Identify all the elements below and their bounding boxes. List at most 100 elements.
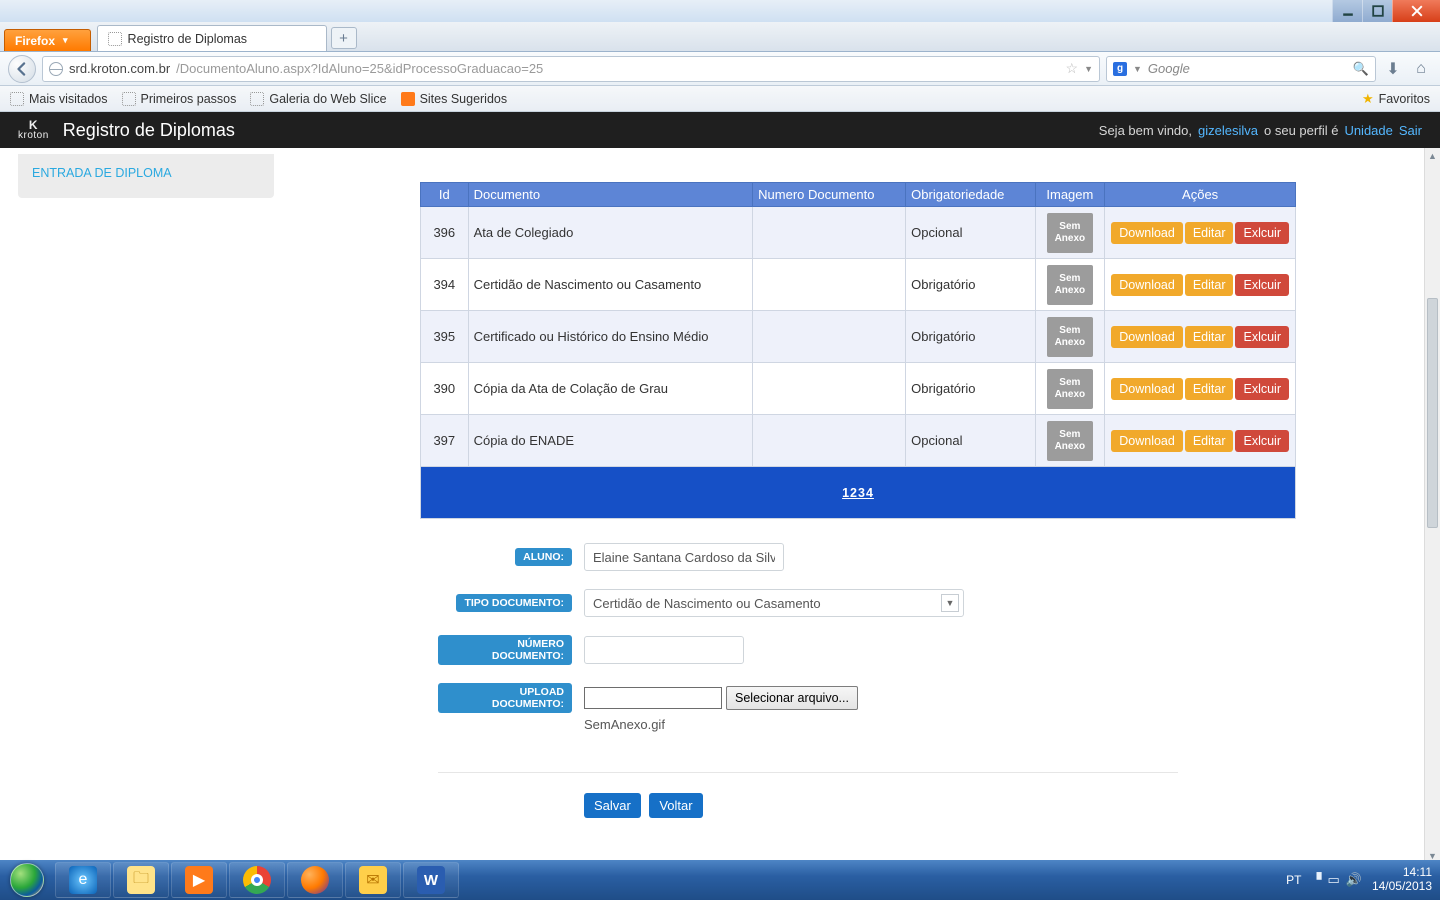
edit-button[interactable]: Editar [1185,430,1234,452]
delete-button[interactable]: Exlcuir [1235,222,1289,244]
page-content: ENTRADA DE DIPLOMA Id Documento Numero D… [0,148,1424,864]
bookmark-icon [401,92,415,106]
edit-button[interactable]: Editar [1185,222,1234,244]
play-icon: ▶ [185,866,213,894]
user-link[interactable]: gizelesilva [1198,123,1258,138]
windows-taskbar: e 🗀 ▶ ✉ W PT ▝ ▭ 🔊 14:11 14/05/2013 [0,860,1440,900]
taskbar-firefox[interactable] [287,862,343,898]
bookmark-web-slice[interactable]: Galeria do Web Slice [250,92,386,106]
th-acoes: Ações [1105,183,1296,207]
scroll-up-arrow-icon[interactable]: ▲ [1425,148,1440,164]
no-attachment-badge: SemAnexo [1047,265,1093,305]
bookmark-label: Favoritos [1379,92,1430,106]
system-tray: PT ▝ ▭ 🔊 14:11 14/05/2013 [1286,866,1432,894]
delete-button[interactable]: Exlcuir [1235,326,1289,348]
tray-action-center-icon[interactable]: ▭ [1327,872,1339,888]
save-button[interactable]: Salvar [584,793,641,818]
tab-favicon-placeholder [108,32,122,46]
url-history-chevron-icon[interactable]: ▼ [1084,64,1093,74]
bookmarks-bar: Mais visitados Primeiros passos Galeria … [0,86,1440,112]
scrollbar-thumb[interactable] [1427,298,1438,528]
edit-button[interactable]: Editar [1185,378,1234,400]
cell-obrigatoriedade: Obrigatório [906,311,1035,363]
home-icon[interactable]: ⌂ [1410,60,1432,78]
download-button[interactable]: Download [1111,430,1183,452]
cell-obrigatoriedade: Opcional [906,207,1035,259]
cell-imagem: SemAnexo [1035,363,1105,415]
window-maximize-button[interactable] [1362,0,1392,22]
firefox-menu-button[interactable]: Firefox [4,29,91,51]
tray-language[interactable]: PT [1286,873,1301,887]
tipo-documento-select[interactable]: Certidão de Nascimento ou Casamento ▼ [584,589,964,617]
file-path-box [584,687,722,709]
folder-icon: 🗀 [127,866,155,894]
cell-numero [753,363,906,415]
ie-icon: e [69,866,97,894]
search-icon[interactable]: 🔍 [1353,61,1369,77]
profile-text: o seu perfil é [1264,123,1338,138]
bookmark-suggested-sites[interactable]: Sites Sugeridos [401,92,508,106]
edit-button[interactable]: Editar [1185,326,1234,348]
browser-navbar: srd.kroton.com.br/DocumentoAluno.aspx?Id… [0,52,1440,86]
url-bar[interactable]: srd.kroton.com.br/DocumentoAluno.aspx?Id… [42,56,1100,82]
tray-time: 14:11 [1372,866,1432,880]
bookmark-star-icon[interactable]: ☆ [1066,60,1079,77]
windows-orb-icon [10,863,44,897]
url-host: srd.kroton.com.br [69,61,170,76]
new-tab-button[interactable]: + [331,27,357,49]
taskbar-word[interactable]: W [403,862,459,898]
start-button[interactable] [0,860,54,900]
download-button[interactable]: Download [1111,222,1183,244]
edit-button[interactable]: Editar [1185,274,1234,296]
sidebar-link-entrada-diploma[interactable]: ENTRADA DE DIPLOMA [32,166,172,180]
search-engine-chevron-icon[interactable]: ▼ [1133,64,1142,74]
bookmark-first-steps[interactable]: Primeiros passos [122,92,237,106]
cell-imagem: SemAnexo [1035,311,1105,363]
bookmarks-favorites-button[interactable]: ★Favoritos [1362,91,1430,107]
cell-documento: Cópia da Ata de Colação de Grau [468,363,753,415]
vertical-scrollbar[interactable]: ▲ ▼ [1424,148,1440,864]
download-button[interactable]: Download [1111,274,1183,296]
browser-tab-active[interactable]: Registro de Diplomas [97,25,327,51]
window-close-button[interactable] [1392,0,1440,22]
numero-documento-input[interactable] [584,636,744,664]
pager-pages[interactable]: 1234 [842,486,874,500]
cell-acoes: DownloadEditarExlcuir [1105,415,1296,467]
search-box[interactable]: g ▼ Google 🔍 [1106,56,1376,82]
firefox-menu-label: Firefox [15,34,55,48]
taskbar-chrome[interactable] [229,862,285,898]
taskbar-media[interactable]: ▶ [171,862,227,898]
brand-logo[interactable]: Kkroton [18,119,49,141]
table-pager[interactable]: 1234 [421,467,1296,519]
taskbar-outlook[interactable]: ✉ [345,862,401,898]
back-button[interactable]: Voltar [649,793,702,818]
downloads-icon[interactable]: ⬇ [1382,59,1404,79]
cell-documento: Certidão de Nascimento ou Casamento [468,259,753,311]
tray-volume-icon[interactable]: 🔊 [1346,872,1362,888]
cell-acoes: DownloadEditarExlcuir [1105,207,1296,259]
delete-button[interactable]: Exlcuir [1235,430,1289,452]
nav-back-button[interactable] [8,55,36,83]
logout-link[interactable]: Sair [1399,123,1422,138]
window-minimize-button[interactable] [1332,0,1362,22]
chevron-down-icon: ▼ [941,594,959,612]
delete-button[interactable]: Exlcuir [1235,274,1289,296]
taskbar-ie[interactable]: e [55,862,111,898]
tray-clock[interactable]: 14:11 14/05/2013 [1372,866,1432,894]
label-tipo-documento: TIPO DOCUMENTO: [456,594,572,612]
file-select-button[interactable]: Selecionar arquivo... [726,686,858,710]
download-button[interactable]: Download [1111,326,1183,348]
search-placeholder: Google [1148,61,1190,76]
cell-documento: Ata de Colegiado [468,207,753,259]
unit-link[interactable]: Unidade [1344,123,1392,138]
download-button[interactable]: Download [1111,378,1183,400]
welcome-text: Seja bem vindo, [1099,123,1192,138]
tray-flag-icon[interactable]: ▝ [1311,872,1321,888]
no-attachment-badge: SemAnexo [1047,421,1093,461]
word-icon: W [417,866,445,894]
bookmark-most-visited[interactable]: Mais visitados [10,92,108,106]
table-row: 395Certificado ou Histórico do Ensino Mé… [421,311,1296,363]
taskbar-explorer[interactable]: 🗀 [113,862,169,898]
tray-date: 14/05/2013 [1372,880,1432,894]
delete-button[interactable]: Exlcuir [1235,378,1289,400]
